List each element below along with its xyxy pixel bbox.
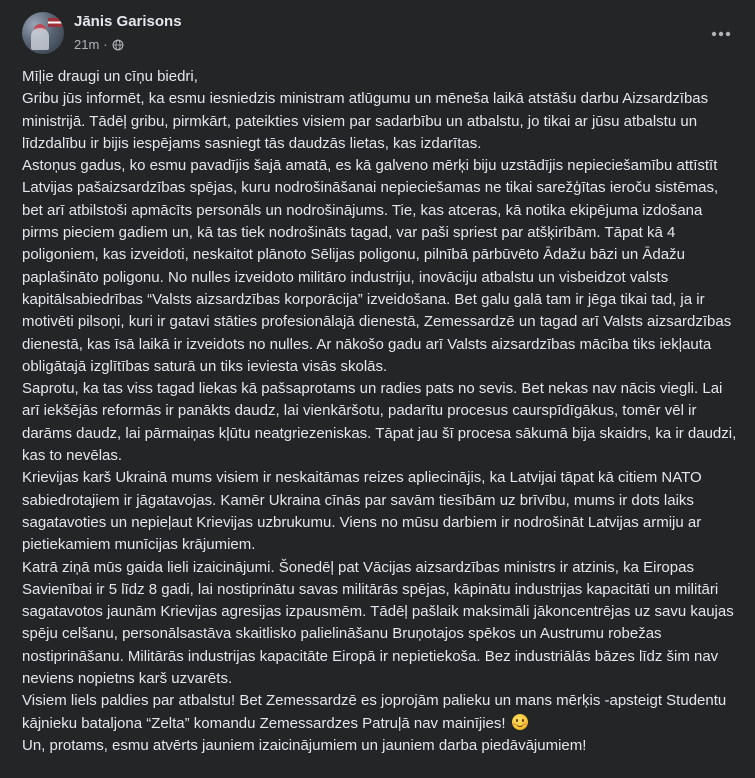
more-options-button[interactable]: [703, 16, 739, 52]
post-paragraph-greeting: Mīļie draugi un cīņu biedri,: [22, 68, 198, 85]
post-paragraph-closing: Un, protams, esmu atvērts jauniem izaici…: [22, 736, 587, 754]
post-paragraph-reforms: Saprotu, ka tas viss tagad liekas kā paš…: [22, 380, 741, 465]
facebook-post: Jānis Garisons 21m · Mīļie draugi un cīņ…: [0, 0, 755, 778]
post-paragraph-challenges: Katrā ziņā mūs gaida lieli izaicinājumi.…: [22, 558, 738, 688]
post-header: Jānis Garisons 21m ·: [22, 12, 182, 54]
smiling-face-icon: [511, 713, 528, 730]
post-meta: Jānis Garisons 21m ·: [74, 12, 182, 54]
post-paragraph-resignation: Gribu jūs informēt, ka esmu iesniedzis m…: [22, 90, 713, 152]
post-paragraph-ukraine: Krievijas karš Ukrainā mums visiem ir ne…: [22, 469, 706, 554]
globe-icon[interactable]: [112, 39, 124, 51]
author-avatar[interactable]: [22, 12, 64, 54]
post-subline: 21m ·: [74, 36, 182, 54]
latvian-flag-icon: [48, 18, 62, 27]
more-horizontal-icon: [711, 31, 731, 37]
post-timestamp[interactable]: 21m: [74, 36, 99, 54]
post-body: Mīļie draugi un cīņu biedri, Gribu jūs i…: [22, 66, 742, 757]
post-paragraph-achievements: Astoņus gadus, ko esmu pavadījis šajā am…: [22, 157, 736, 375]
author-name[interactable]: Jānis Garisons: [74, 12, 182, 32]
separator-dot: ·: [103, 37, 108, 52]
post-paragraph-thanks-text: Visiem liels paldies par atbalstu! Bet Z…: [22, 692, 731, 732]
post-paragraph-thanks: Visiem liels paldies par atbalstu! Bet Z…: [22, 690, 742, 735]
avatar-figure-shape: [31, 28, 49, 50]
